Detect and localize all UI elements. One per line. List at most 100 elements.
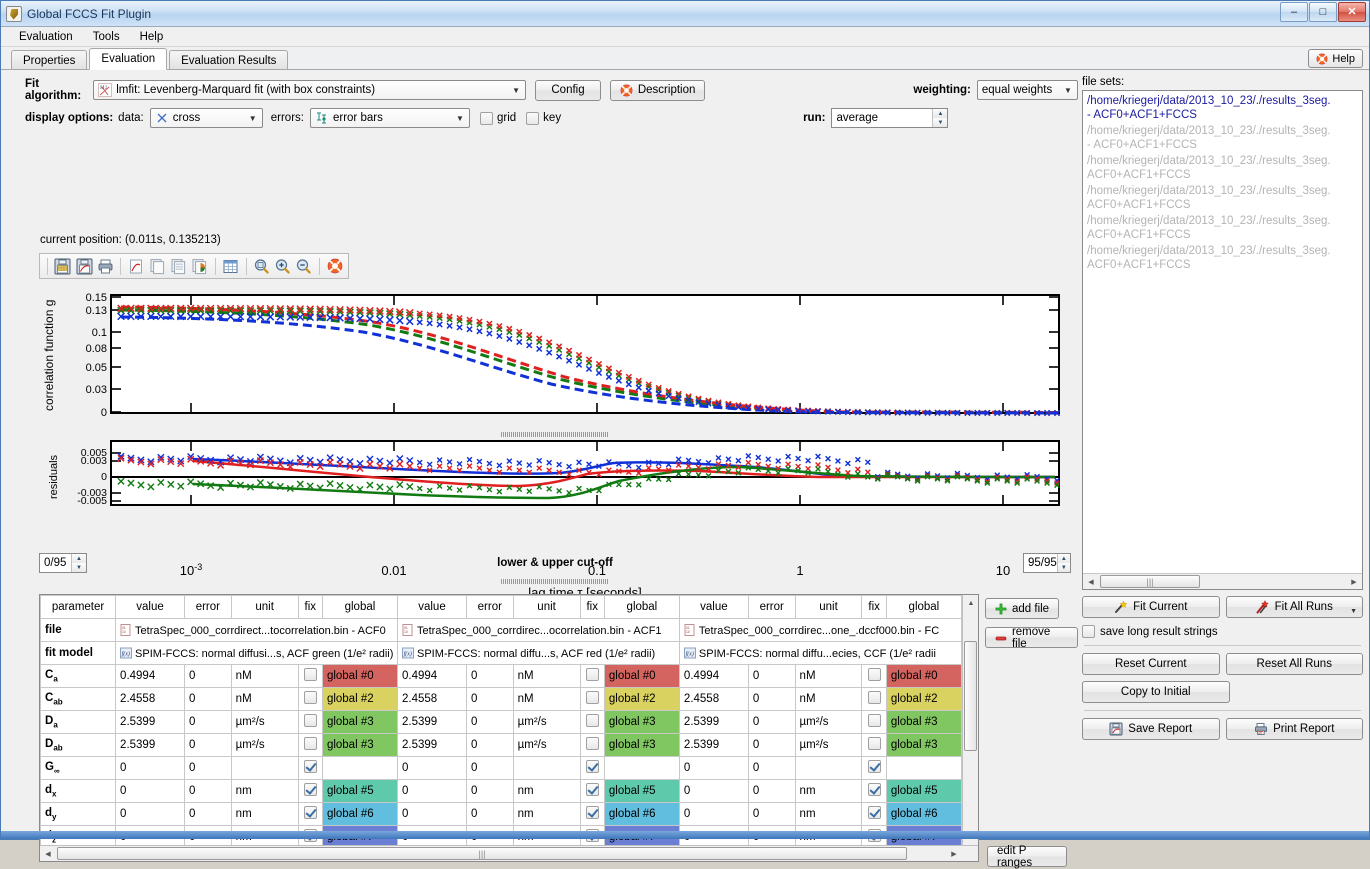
global-cell[interactable]: global #2 <box>603 687 680 711</box>
fix-checkbox[interactable] <box>867 760 881 773</box>
run-spinner-buttons[interactable]: ▲ ▼ <box>932 109 948 127</box>
value-cell[interactable]: 2.4558 <box>678 687 749 711</box>
fix-cell[interactable] <box>861 756 887 780</box>
fix-checkbox[interactable] <box>585 806 599 819</box>
help-icon[interactable] <box>326 256 344 276</box>
fix-checkbox[interactable] <box>585 668 599 681</box>
global-cell[interactable] <box>603 756 680 780</box>
column-header-value[interactable]: value <box>396 595 467 619</box>
fileset-item[interactable]: /home/kriegerj/data/2013_10_23/./results… <box>1083 93 1362 123</box>
spin-up-icon[interactable]: ▲ <box>72 554 86 563</box>
value-cell[interactable]: 0.4994 <box>396 664 467 688</box>
global-cell[interactable]: global #3 <box>321 710 398 734</box>
residuals-plot[interactable]: 0.005 0.003 0 -0.003 -0.005 residuals <box>39 437 1071 559</box>
global-cell[interactable]: global #3 <box>321 733 398 757</box>
tab-properties[interactable]: Properties <box>11 50 88 69</box>
column-header-unit[interactable]: unit <box>230 595 299 619</box>
column-header-fix[interactable]: fix <box>297 595 323 619</box>
menu-tools[interactable]: Tools <box>83 29 130 45</box>
reset-current-button[interactable]: Reset Current <box>1082 653 1220 675</box>
zoom-all-icon[interactable] <box>253 256 271 276</box>
fileset-item[interactable]: /home/kriegerj/data/2013_10_23/./results… <box>1083 153 1362 183</box>
column-header-error[interactable]: error <box>465 595 514 619</box>
horizontal-scroll-thumb[interactable]: ||| <box>57 847 907 860</box>
global-cell[interactable]: global #6 <box>321 802 398 826</box>
value-cell[interactable]: 2.4558 <box>115 687 186 711</box>
value-cell[interactable]: 2.5399 <box>678 710 749 734</box>
scroll-right-icon[interactable]: ▶ <box>946 846 962 861</box>
value-cell[interactable]: 0.4994 <box>678 664 749 688</box>
fileset-item[interactable]: /home/kriegerj/data/2013_10_23/./results… <box>1083 123 1362 153</box>
file-cell[interactable]: 01 10 TetraSpec_000_corrdirec...ocorrelati… <box>396 618 680 642</box>
help-button[interactable]: Help <box>1308 49 1363 68</box>
correlation-plot[interactable]: 0.15 0.13 0.1 0.08 0.05 0.03 0 correlati… <box>39 279 1071 431</box>
close-button[interactable]: ✕ <box>1338 2 1366 22</box>
value-cell[interactable]: 0 <box>115 779 186 803</box>
value-cell[interactable]: 0 <box>396 779 467 803</box>
column-header-global[interactable]: global <box>321 595 398 619</box>
global-cell[interactable]: global #3 <box>885 733 962 757</box>
global-cell[interactable] <box>885 756 962 780</box>
fix-cell[interactable] <box>861 733 887 757</box>
global-cell[interactable]: global #2 <box>885 687 962 711</box>
column-header-error[interactable]: error <box>747 595 796 619</box>
filesets-horizontal-scrollbar[interactable]: ◀ ||| ▶ <box>1083 573 1362 589</box>
print-report-button[interactable]: Print Report <box>1225 718 1363 740</box>
lower-cutoff-buttons[interactable]: ▲ ▼ <box>71 554 86 572</box>
fix-cell[interactable] <box>297 756 323 780</box>
fix-cell[interactable] <box>579 687 605 711</box>
key-checkbox[interactable] <box>526 111 540 125</box>
column-header-value[interactable]: value <box>115 595 186 619</box>
fix-cell[interactable] <box>297 802 323 826</box>
spin-down-icon[interactable]: ▼ <box>933 118 948 127</box>
fix-cell[interactable] <box>579 802 605 826</box>
fix-checkbox[interactable] <box>303 668 317 681</box>
global-cell[interactable]: global #3 <box>885 710 962 734</box>
fix-cell[interactable] <box>297 710 323 734</box>
copy-to-initial-button[interactable]: Copy to Initial <box>1082 681 1230 703</box>
save-long-result-checkbox[interactable] <box>1082 625 1095 638</box>
file-cell[interactable]: 01 10 TetraSpec_000_corrdirec...one_.dccf0… <box>678 618 962 642</box>
spin-down-icon[interactable]: ▼ <box>1057 563 1070 572</box>
minimize-button[interactable]: – <box>1280 2 1308 22</box>
tab-evaluation-results[interactable]: Evaluation Results <box>169 50 289 69</box>
fix-cell[interactable] <box>297 733 323 757</box>
scroll-left-icon[interactable]: ◀ <box>40 846 56 861</box>
global-cell[interactable]: global #0 <box>603 664 680 688</box>
data-style-select[interactable]: cross ▼ <box>149 108 263 128</box>
table-vertical-scrollbar[interactable]: ▲ ▼ <box>962 595 978 861</box>
fix-cell[interactable] <box>579 710 605 734</box>
value-cell[interactable]: 0 <box>678 779 749 803</box>
copy-image-icon[interactable] <box>148 256 166 276</box>
fit-model-cell[interactable]: f(x) SPIM-FCCS: normal diffu...s, ACF red… <box>396 641 680 665</box>
value-cell[interactable]: 0 <box>678 802 749 826</box>
spin-up-icon[interactable]: ▲ <box>933 109 948 118</box>
fix-checkbox[interactable] <box>303 714 317 727</box>
fit-model-cell[interactable]: f(x) SPIM-FCCS: normal diffu...ecies, CCF… <box>678 641 962 665</box>
global-cell[interactable]: global #3 <box>603 710 680 734</box>
fileset-item[interactable]: /home/kriegerj/data/2013_10_23/./results… <box>1083 183 1362 213</box>
tab-evaluation[interactable]: Evaluation <box>89 48 168 70</box>
value-cell[interactable]: 2.5399 <box>396 710 467 734</box>
global-cell[interactable]: global #3 <box>603 733 680 757</box>
data-table-icon[interactable] <box>222 256 240 276</box>
errors-style-select[interactable]: error bars ▼ <box>309 108 470 128</box>
fix-cell[interactable] <box>579 664 605 688</box>
fix-checkbox[interactable] <box>867 714 881 727</box>
print-icon[interactable] <box>96 256 114 276</box>
config-button[interactable]: Config <box>535 79 601 101</box>
fix-checkbox[interactable] <box>585 714 599 727</box>
global-cell[interactable] <box>321 756 398 780</box>
file-cell[interactable]: 01 10 TetraSpec_000_corrdirect...tocorrela… <box>115 618 398 642</box>
fix-checkbox[interactable] <box>585 691 599 704</box>
fix-checkbox[interactable] <box>303 691 317 704</box>
copy-plot-icon[interactable] <box>127 256 145 276</box>
fix-cell[interactable] <box>861 779 887 803</box>
fix-checkbox[interactable] <box>867 668 881 681</box>
vertical-scroll-thumb[interactable] <box>964 641 977 751</box>
spin-up-icon[interactable]: ▲ <box>1057 554 1070 563</box>
fix-cell[interactable] <box>297 664 323 688</box>
parameter-table[interactable]: parameter value error unit fix global value err… <box>39 594 979 862</box>
fix-checkbox[interactable] <box>585 737 599 750</box>
value-cell[interactable]: 2.5399 <box>396 733 467 757</box>
